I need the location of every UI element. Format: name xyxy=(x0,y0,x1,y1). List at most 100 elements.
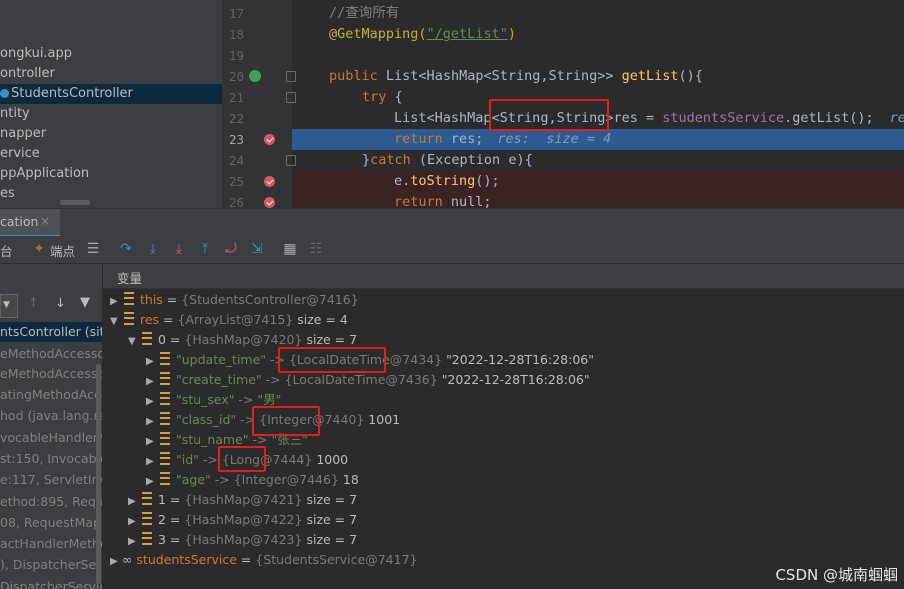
code-keyword: try xyxy=(362,89,387,105)
inline-debug-value: res: size = 4 xyxy=(497,131,612,147)
frames-panel: ▼ ↑ ↓ ▼ ntsController (site eMethodAcces… xyxy=(0,264,102,589)
variable-row[interactable]: ▶ this = {StudentsController@7416} xyxy=(110,290,359,310)
field-icon xyxy=(142,492,152,505)
close-icon[interactable]: × xyxy=(40,214,50,228)
breakpoints-icon[interactable]: ✦ xyxy=(30,240,48,258)
arrow-down-icon[interactable]: ↓ xyxy=(55,296,66,311)
code-method-name: getList xyxy=(621,68,679,84)
entry-icon xyxy=(160,432,170,445)
frame-item[interactable]: ethod:895, Reque xyxy=(0,492,102,512)
line-number: 25 xyxy=(228,174,244,189)
frame-item[interactable]: e:117, ServletInvo xyxy=(0,470,102,490)
tree-item[interactable]: ppApplication xyxy=(0,164,89,184)
tree-item[interactable]: es xyxy=(0,184,15,204)
watch-icon: ∞ xyxy=(122,552,133,567)
expand-arrow-icon[interactable]: ▶ xyxy=(128,532,138,552)
breakpoint-icon[interactable] xyxy=(264,197,275,208)
frame-item[interactable]: vocableHandlerM xyxy=(0,428,102,448)
variable-row[interactable]: ▶ ∞ studentsService = {StudentsService@741… xyxy=(110,550,417,570)
code-keyword: return xyxy=(394,131,443,147)
code-type: List<HashMap<String,String>> xyxy=(385,68,614,84)
line-number: 18 xyxy=(228,27,244,42)
force-step-into-icon[interactable]: ⤓ xyxy=(170,240,188,258)
frame-item-selected[interactable]: ntsController (site xyxy=(0,322,102,342)
field-icon xyxy=(124,292,134,305)
code-var: res xyxy=(613,110,638,126)
menu-icon[interactable]: ☰ xyxy=(84,240,102,258)
expand-arrow-icon[interactable]: ▶ xyxy=(128,512,138,532)
variable-row[interactable]: ▶ 3 = {HashMap@7423} size = 7 xyxy=(128,530,357,550)
variable-row[interactable]: ▶ "create_time" -> {LocalDateTime@7436} "… xyxy=(146,370,590,390)
field-icon xyxy=(124,312,134,325)
step-out-icon[interactable]: ⤒ xyxy=(196,240,214,258)
step-over-icon[interactable]: ↷ xyxy=(117,240,135,258)
code-string: "/getList" xyxy=(426,26,508,42)
tree-item-label: StudentsController xyxy=(11,86,133,101)
line-number: 17 xyxy=(228,6,244,21)
arrow-up-icon[interactable]: ↑ xyxy=(28,296,39,311)
frame-item[interactable]: eMethodAccesso xyxy=(0,344,102,364)
tab-debug-session[interactable]: cation × xyxy=(0,209,60,237)
entry-icon xyxy=(160,392,170,405)
line-number: 22 xyxy=(228,111,244,126)
expand-arrow-icon[interactable]: ▶ xyxy=(110,292,120,312)
drop-frame-icon[interactable]: ⤾ xyxy=(222,240,240,258)
code-text: .getList(); xyxy=(784,110,874,126)
frame-item[interactable]: ), DispatcherServl xyxy=(0,555,102,575)
breakpoints-tab-label[interactable]: 端点 xyxy=(50,241,75,260)
scrollbar[interactable] xyxy=(60,200,90,205)
tree-item[interactable]: ontroller xyxy=(0,64,55,84)
frame-item[interactable]: st:150, InvocableH xyxy=(0,449,102,469)
tab-label: cation xyxy=(0,214,39,229)
expand-arrow-icon[interactable]: ▶ xyxy=(146,352,156,372)
variable-row[interactable]: ▶ 2 = {HashMap@7422} size = 7 xyxy=(128,510,357,530)
breakpoint-icon[interactable] xyxy=(264,176,275,187)
frame-item[interactable]: eMethodAccesso xyxy=(0,364,102,384)
expand-arrow-icon[interactable]: ▶ xyxy=(110,552,120,572)
run-to-cursor-icon[interactable]: ⇲ xyxy=(248,240,266,258)
filter-icon[interactable]: ▼ xyxy=(80,295,90,310)
evaluate-icon[interactable]: ▦ xyxy=(281,240,299,258)
field-icon xyxy=(142,532,152,545)
collapse-arrow-icon[interactable]: ▼ xyxy=(128,332,138,352)
field-icon xyxy=(142,512,152,525)
code-text: e. xyxy=(394,173,411,189)
code-text: (Exception e){ xyxy=(410,152,533,168)
tree-item-selected[interactable]: StudentsController xyxy=(0,84,222,104)
highlight-box xyxy=(218,446,266,472)
variable-row[interactable]: ▶ "age" -> {Integer@7446} 18 xyxy=(146,470,359,490)
variable-row[interactable]: ▶ 1 = {HashMap@7421} size = 7 xyxy=(128,490,357,510)
tree-item[interactable]: ongkui.app xyxy=(0,44,72,64)
console-tab-label[interactable]: 台 xyxy=(0,241,13,260)
expand-arrow-icon[interactable]: ▶ xyxy=(146,432,156,452)
frame-item[interactable]: hod (java.lang.refl xyxy=(0,406,102,426)
code-text: res; xyxy=(442,131,484,147)
variable-row[interactable]: ▼ res = {ArrayList@7415} size = 4 xyxy=(110,310,348,330)
collapse-arrow-icon[interactable]: ▼ xyxy=(110,312,120,332)
step-into-icon[interactable]: ⤓ xyxy=(144,240,162,258)
frame-item[interactable]: 08, RequestMappi xyxy=(0,513,102,533)
tree-item[interactable]: ntity xyxy=(0,104,30,124)
frame-item[interactable]: atingMethodAcce xyxy=(0,385,102,405)
scrollbar[interactable] xyxy=(96,364,101,584)
spring-mapping-icon[interactable] xyxy=(249,70,261,82)
watermark: CSDN @城南蝈蝈 xyxy=(775,566,898,584)
thread-dropdown[interactable]: ▼ xyxy=(0,294,18,318)
expand-arrow-icon[interactable]: ▶ xyxy=(146,372,156,392)
entry-icon xyxy=(160,372,170,385)
expand-arrow-icon[interactable]: ▶ xyxy=(146,392,156,412)
expand-arrow-icon[interactable]: ▶ xyxy=(146,412,156,432)
tree-item[interactable]: ervice xyxy=(0,144,40,164)
frame-item[interactable]: DispatcherServlet / xyxy=(0,577,102,589)
expand-arrow-icon[interactable]: ▶ xyxy=(146,452,156,472)
tree-item[interactable]: napper xyxy=(0,124,46,144)
code-annotation: ) xyxy=(507,26,516,42)
expand-arrow-icon[interactable]: ▶ xyxy=(146,472,156,492)
breakpoint-icon[interactable] xyxy=(264,134,275,145)
highlight-box xyxy=(252,406,320,436)
code-keyword: catch xyxy=(370,152,411,168)
project-tree: ongkui.app ontroller StudentsController … xyxy=(0,0,222,208)
frame-item[interactable]: actHandlerMethod xyxy=(0,534,102,554)
entry-icon xyxy=(160,452,170,465)
expand-arrow-icon[interactable]: ▶ xyxy=(128,492,138,512)
